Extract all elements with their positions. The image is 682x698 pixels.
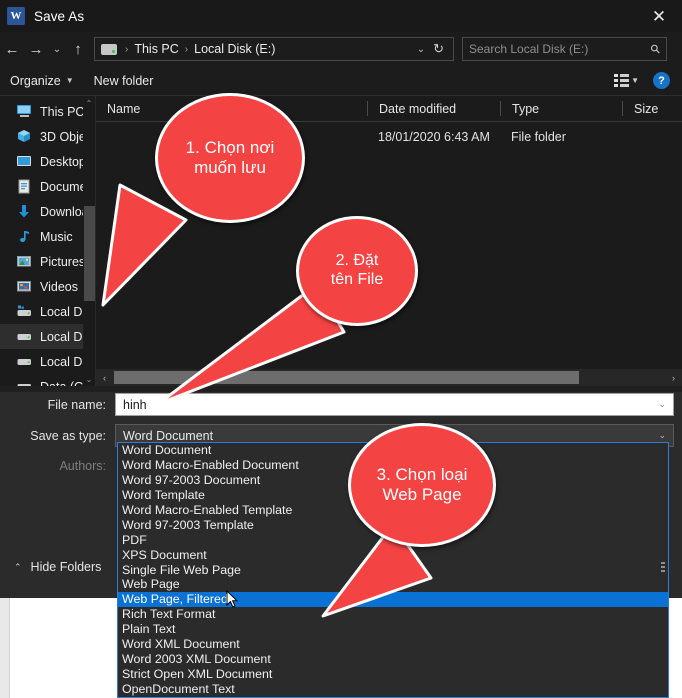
word-icon: W [7,7,25,25]
back-button[interactable]: ← [0,34,24,64]
column-header-date-modified[interactable]: Date modified [367,101,500,116]
breadcrumb-this-pc[interactable]: This PC [132,42,180,56]
new-folder-label: New folder [93,73,154,88]
chevron-down-icon[interactable]: ⌄ [411,44,431,55]
authors-label: Authors: [59,459,106,473]
callout-1-line1: 1. Chọn nơi [185,137,275,157]
callout-bubble-1: 1. Chọn nơi muốn lưu [155,93,305,223]
callout-bubble-3: 3. Chọn loại Web Page [348,423,496,547]
callout-3-line2: Web Page [382,485,462,504]
search-input[interactable]: Search Local Disk (E:) ⚲ [462,37,667,61]
breadcrumb-separator: › [125,43,129,55]
callout-1-line2: muốn lưu [194,158,266,177]
column-header-type[interactable]: Type [500,101,622,116]
chevron-down-icon: ▼ [65,76,74,85]
dropdown-option-strict-open-xml-document[interactable]: Strict Open XML Document [118,666,668,681]
view-mode-icon[interactable] [614,74,630,87]
scroll-left-icon[interactable]: ‹ [96,369,113,386]
recent-locations-button[interactable]: ⌄ [48,34,66,64]
window-title: Save As [34,8,85,24]
sidebar-item-local-disk-e[interactable]: Local Disk (E:) [0,324,95,349]
navigation-bar: ← → ⌄ ↑ › This PC › Local Disk (E:) ⌄ ↻ … [0,32,682,66]
callout-3-line1: 3. Chọn loại [376,464,468,484]
drive-icon [16,354,33,369]
drive-icon [16,329,33,344]
callout-2-line2: tên File [330,271,384,288]
close-icon[interactable]: ✕ [636,0,682,32]
hide-folders-label: Hide Folders [30,560,102,574]
scroll-down-icon[interactable]: ⌄ [83,372,95,386]
screen: W Save As ✕ ← → ⌄ ↑ › This PC › Local Di… [0,0,682,698]
chevron-up-icon: ⌃ [14,561,22,572]
cell-type: File folder [511,130,566,144]
forward-button[interactable]: → [24,34,48,64]
scrollbar-grip-icon [661,562,665,572]
cell-date-modified: 18/01/2020 6:43 AM [378,130,490,144]
help-icon[interactable]: ? [653,72,670,89]
save-as-type-value: Word Document [123,428,214,443]
address-bar[interactable]: › This PC › Local Disk (E:) ⌄ ↻ [94,37,454,61]
sidebar-item-data-g[interactable]: Data (G:) [0,374,95,386]
callout-bubble-2: 2. Đặt tên File [296,216,418,326]
mouse-cursor-icon [226,589,239,609]
dropdown-scrollbar[interactable] [661,444,667,697]
save-as-type-label: Save as type: [30,428,106,443]
chevron-down-icon[interactable]: ⌄ [658,430,670,441]
refresh-icon[interactable]: ↻ [431,41,451,57]
dropdown-option-opendocument-text[interactable]: OpenDocument Text [118,681,668,696]
sidebar-item-local-disk-f[interactable]: Local Disk (F:) [0,349,95,374]
chevron-down-icon[interactable]: ⌄ [658,399,670,410]
hide-folders-button[interactable]: ⌃ Hide Folders [8,560,101,574]
breadcrumb-local-disk-e[interactable]: Local Disk (E:) [192,42,277,56]
dropdown-option-word-2003-xml-document[interactable]: Word 2003 XML Document [118,651,668,666]
column-header-size[interactable]: Size [622,101,682,116]
organize-label: Organize [10,73,61,88]
search-placeholder: Search Local Disk (E:) [469,42,589,56]
callout-2-line1: 2. Đặt [335,252,379,270]
file-name-label: File name: [47,397,106,412]
up-button[interactable]: ↑ [66,34,90,64]
drive-icon [101,43,117,55]
scroll-right-icon[interactable]: › [665,369,682,386]
drive-icon [16,379,33,386]
title-bar: W Save As ✕ [0,0,682,32]
view-options-chevron-down-icon[interactable]: ▼ [631,76,639,85]
breadcrumb-separator: › [184,43,189,55]
